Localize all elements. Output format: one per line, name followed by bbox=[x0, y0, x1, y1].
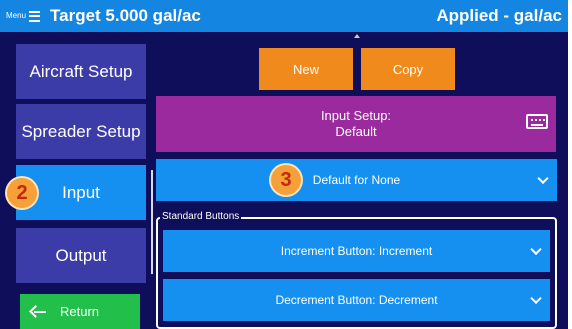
aircraft-setup-button[interactable]: Aircraft Setup bbox=[16, 44, 146, 99]
decrement-button-value: Decrement Button: Decrement bbox=[275, 293, 438, 307]
decrement-button-dropdown[interactable]: Decrement Button: Decrement bbox=[163, 279, 550, 321]
input-default-value: Default for None bbox=[312, 173, 401, 187]
chevron-down-icon bbox=[530, 292, 542, 305]
menu-button[interactable]: Menu bbox=[6, 9, 41, 23]
aircraft-setup-label: Aircraft Setup bbox=[29, 61, 133, 81]
new-button[interactable]: New bbox=[259, 48, 353, 90]
output-button[interactable]: Output bbox=[16, 228, 146, 283]
copy-button[interactable]: Copy bbox=[361, 48, 455, 90]
increment-button-value: Increment Button: Increment bbox=[280, 244, 433, 258]
target-rate-title: Target 5.000 gal/ac bbox=[50, 6, 201, 25]
output-label: Output bbox=[55, 245, 107, 265]
app-screen: Menu Target 5.000 gal/ac Applied - gal/a… bbox=[0, 0, 568, 329]
hamburger-icon bbox=[29, 10, 41, 22]
standard-buttons-label: Standard Buttons bbox=[160, 211, 242, 223]
copy-label: Copy bbox=[392, 61, 424, 77]
chevron-down-icon bbox=[537, 172, 549, 185]
top-bar: Menu Target 5.000 gal/ac Applied - gal/a… bbox=[0, 0, 568, 32]
step-badge-3: 3 bbox=[271, 165, 301, 195]
spreader-setup-button[interactable]: Spreader Setup bbox=[16, 104, 146, 159]
chevron-down-icon bbox=[530, 243, 542, 256]
increment-button-dropdown[interactable]: Increment Button: Increment bbox=[163, 230, 550, 272]
scroll-up-icon[interactable] bbox=[354, 34, 360, 38]
input-setup-button[interactable]: Input Setup: Default bbox=[156, 96, 556, 152]
new-label: New bbox=[292, 61, 319, 77]
spreader-setup-label: Spreader Setup bbox=[21, 121, 141, 141]
step-badge-2: 2 bbox=[7, 178, 37, 208]
return-label: Return bbox=[60, 304, 100, 319]
scroll-indicator[interactable] bbox=[151, 170, 153, 274]
input-setup-title: Input Setup: bbox=[320, 108, 392, 123]
menu-label: Menu bbox=[6, 11, 27, 20]
input-default-dropdown[interactable]: Default for None bbox=[156, 159, 557, 201]
return-button[interactable]: Return bbox=[20, 294, 140, 329]
applied-rate-label: Applied - gal/ac bbox=[436, 6, 562, 25]
input-label: Input bbox=[62, 182, 100, 202]
edge-strip bbox=[568, 0, 572, 329]
keyboard-icon[interactable] bbox=[526, 114, 548, 129]
input-setup-name: Default bbox=[335, 124, 377, 139]
arrow-left-icon bbox=[30, 306, 46, 318]
